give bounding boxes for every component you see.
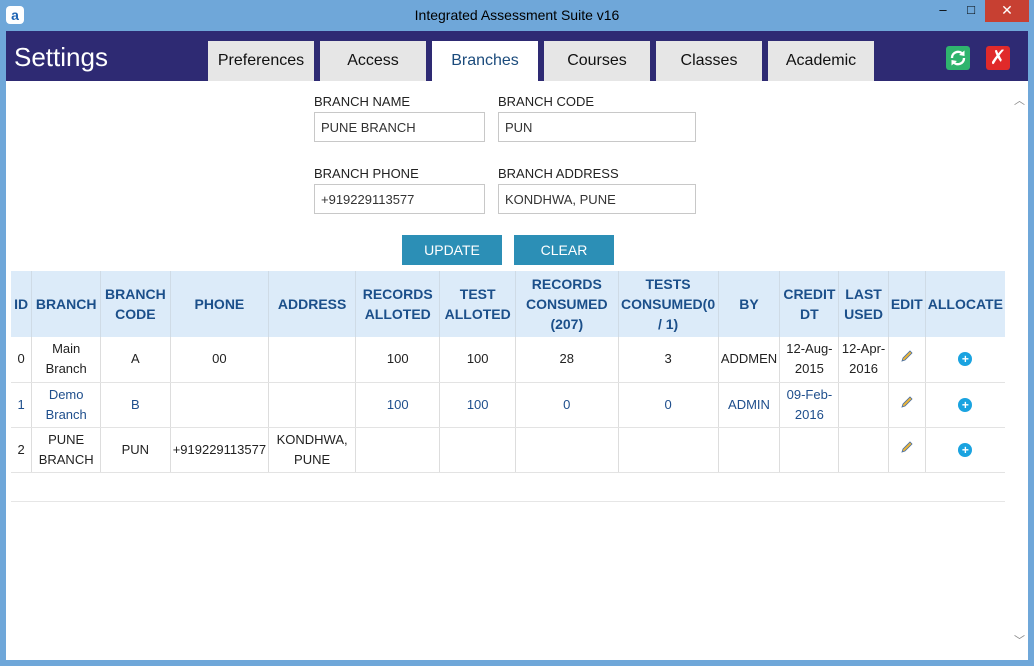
cell-records-alloted (355, 427, 440, 473)
cell-test-alloted: 100 (439, 382, 516, 428)
maximize-button[interactable]: □ (958, 0, 984, 22)
tab-classes[interactable]: Classes (656, 41, 762, 81)
cell-records-consumed: 28 (514, 337, 619, 383)
tab-access[interactable]: Access (320, 41, 426, 81)
cell-allocate: + (924, 337, 1005, 383)
col-header-last-used: LAST USED (838, 271, 889, 337)
cell-code: PUN (100, 427, 171, 473)
update-button[interactable]: UPDATE (402, 235, 502, 265)
branch-name-input[interactable] (314, 112, 485, 142)
cell-last-used (838, 427, 889, 473)
page-title: Settings (14, 42, 108, 72)
branch-code-label: BRANCH CODE (498, 94, 595, 109)
plus-circle-icon[interactable]: + (958, 352, 973, 367)
scroll-down-icon[interactable]: ﹀ (1011, 633, 1028, 650)
table-row: 0 Main Branch A 00 100 100 28 3 ADDMEN 1… (11, 337, 1005, 383)
col-header-records-alloted: RECORDS ALLOTED (355, 271, 440, 337)
col-header-branch: BRANCH (31, 271, 101, 337)
col-header-records-consumed: RECORDS CONSUMED (207) (514, 271, 619, 337)
cell-tests-consumed: 0 (617, 382, 719, 428)
col-header-by: BY (717, 271, 780, 337)
cell-credit-dt (779, 427, 839, 473)
table-header-row: ID BRANCH BRANCH CODE PHONE ADDRESS RECO… (11, 271, 1005, 337)
branch-code-input[interactable] (498, 112, 696, 142)
cell-records-consumed: 0 (514, 382, 619, 428)
pencil-icon[interactable] (900, 395, 914, 409)
pencil-icon[interactable] (900, 440, 914, 454)
cell-address (268, 382, 356, 428)
branch-phone-label: BRANCH PHONE (314, 166, 419, 181)
branch-name-label: BRANCH NAME (314, 94, 411, 109)
cell-records-consumed (514, 427, 619, 473)
cell-credit-dt: 09-Feb-2016 (779, 382, 839, 428)
cell-address: KONDHWA, PUNE (268, 427, 356, 473)
cell-tests-consumed (617, 427, 719, 473)
cell-phone: 00 (169, 337, 269, 383)
branches-panel: BRANCH NAME BRANCH CODE BRANCH PHONE BRA… (6, 81, 1028, 660)
cell-by (717, 427, 780, 473)
cell-id: 0 (11, 337, 32, 383)
scroll-up-icon[interactable]: ︿ (1011, 93, 1028, 110)
cell-edit (887, 382, 926, 428)
col-header-allocate: ALLOCATE (924, 271, 1005, 337)
cell-test-alloted (439, 427, 516, 473)
tab-preferences[interactable]: Preferences (208, 41, 314, 81)
divider (11, 501, 1005, 502)
clear-button[interactable]: CLEAR (514, 235, 614, 265)
plus-circle-icon[interactable]: + (958, 397, 973, 412)
window-close-button[interactable]: ✕ (985, 0, 1029, 22)
cell-id: 2 (11, 427, 32, 473)
table-row: 1 Demo Branch B 100 100 0 0 ADMIN 09-Feb… (11, 382, 1005, 428)
pencil-icon[interactable] (900, 349, 914, 363)
cell-credit-dt: 12-Aug-2015 (779, 337, 839, 383)
cell-by: ADMIN (717, 382, 780, 428)
col-header-edit: EDIT (887, 271, 926, 337)
cell-last-used (838, 382, 889, 428)
window-title: Integrated Assessment Suite v16 (414, 7, 620, 23)
cell-tests-consumed: 3 (617, 337, 719, 383)
title-bar: a Integrated Assessment Suite v16 – □ ✕ (0, 0, 1034, 31)
cell-allocate: + (924, 427, 1005, 473)
branch-phone-input[interactable] (314, 184, 485, 214)
cell-edit (887, 427, 926, 473)
cell-branch: PUNE BRANCH (31, 427, 101, 473)
col-header-id: ID (11, 271, 32, 337)
cell-phone: +919229113577 (169, 427, 269, 473)
close-icon[interactable]: ✗ (986, 46, 1010, 70)
cell-branch: Demo Branch (31, 382, 101, 428)
cell-code: B (100, 382, 171, 428)
branches-table: ID BRANCH BRANCH CODE PHONE ADDRESS RECO… (11, 271, 1005, 473)
settings-header: Settings Preferences Access Branches Cou… (6, 31, 1028, 81)
branch-address-label: BRANCH ADDRESS (498, 166, 619, 181)
tab-courses[interactable]: Courses (544, 41, 650, 81)
branch-address-input[interactable] (498, 184, 696, 214)
app-window: a Integrated Assessment Suite v16 – □ ✕ … (0, 0, 1034, 666)
col-header-credit-dt: CREDIT DT (779, 271, 839, 337)
cell-records-alloted: 100 (355, 382, 440, 428)
col-header-tests-consumed: TESTS CONSUMED(0 / 1) (617, 271, 719, 337)
cell-records-alloted: 100 (355, 337, 440, 383)
refresh-icon[interactable] (946, 46, 970, 70)
cell-allocate: + (924, 382, 1005, 428)
cell-test-alloted: 100 (439, 337, 516, 383)
cell-phone (169, 382, 269, 428)
col-header-address: ADDRESS (268, 271, 356, 337)
cell-last-used: 12-Apr-2016 (838, 337, 889, 383)
cell-code: A (100, 337, 171, 383)
cell-branch: Main Branch (31, 337, 101, 383)
cell-address (268, 337, 356, 383)
cell-id: 1 (11, 382, 32, 428)
cell-by: ADDMEN (717, 337, 780, 383)
table-row: 2 PUNE BRANCH PUN +919229113577 KONDHWA,… (11, 427, 1005, 473)
vertical-scrollbar[interactable]: ︿ ﹀ (1011, 81, 1028, 660)
tab-branches[interactable]: Branches (432, 41, 538, 81)
col-header-branch-code: BRANCH CODE (100, 271, 171, 337)
col-header-test-alloted: TEST ALLOTED (439, 271, 516, 337)
plus-circle-icon[interactable]: + (958, 442, 973, 457)
minimize-button[interactable]: – (930, 0, 956, 22)
tab-academic[interactable]: Academic (768, 41, 874, 81)
col-header-phone: PHONE (169, 271, 269, 337)
cell-edit (887, 337, 926, 383)
